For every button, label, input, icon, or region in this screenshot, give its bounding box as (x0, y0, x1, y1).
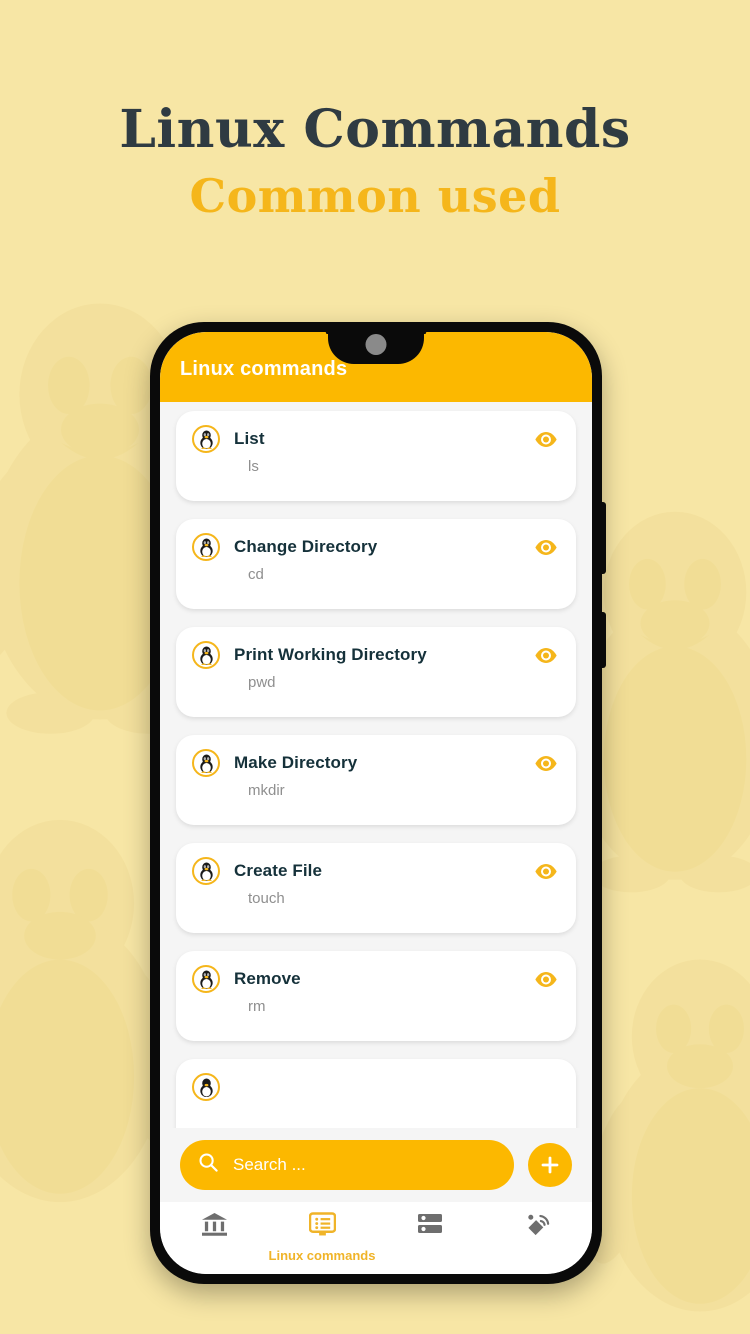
list-item[interactable]: Make Directory mkdir (176, 735, 576, 825)
command-syntax: cd (248, 566, 264, 583)
command-syntax: mkdir (248, 782, 285, 799)
app-bar: Linux commands (160, 332, 592, 402)
search-section: Search ... (160, 1128, 592, 1202)
search-input[interactable]: Search ... (180, 1140, 514, 1190)
tux-penguin-icon (192, 533, 220, 561)
eye-icon[interactable] (534, 863, 558, 885)
waterdrop-notch (328, 332, 424, 364)
list-item[interactable]: Create File touch (176, 843, 576, 933)
tux-penguin-icon (192, 965, 220, 993)
server-icon (417, 1212, 443, 1240)
plus-icon (541, 1156, 559, 1174)
phone-screen: Linux commands List ls Change Directory … (160, 332, 592, 1274)
satellite-icon (525, 1212, 552, 1242)
command-syntax: rm (248, 998, 266, 1015)
nav-label-linux-commands: Linux commands (268, 1248, 376, 1263)
command-name: Print Working Directory (234, 645, 427, 664)
tux-penguin-icon (192, 857, 220, 885)
monitor-list-icon (308, 1212, 336, 1242)
bottom-navigation: Linux commands (160, 1202, 592, 1274)
page-title: Linux Commands (119, 99, 631, 160)
eye-icon[interactable] (534, 971, 558, 993)
power-button[interactable] (599, 612, 606, 668)
nav-item-server[interactable] (376, 1212, 484, 1240)
list-item[interactable]: Remove rm (176, 951, 576, 1041)
command-syntax: ls (248, 458, 259, 475)
eye-icon[interactable] (534, 539, 558, 561)
tux-penguin-icon (192, 749, 220, 777)
bank-icon (201, 1212, 228, 1242)
command-name: Remove (234, 969, 301, 988)
search-placeholder: Search ... (233, 1155, 306, 1174)
command-name: Create File (234, 861, 323, 880)
app-bar-title: Linux commands (180, 358, 348, 380)
eye-icon[interactable] (534, 755, 558, 777)
eye-icon[interactable] (534, 647, 558, 669)
volume-button[interactable] (599, 502, 606, 574)
tux-penguin-icon (192, 425, 220, 453)
hero-heading: Linux Commands Common used (0, 99, 750, 223)
list-item[interactable]: Change Directory cd (176, 519, 576, 609)
command-syntax: pwd (248, 674, 276, 691)
command-name: List (234, 429, 265, 448)
list-item[interactable]: List ls (176, 411, 576, 501)
nav-item-linux-commands[interactable]: Linux commands (268, 1212, 376, 1263)
command-name: Make Directory (234, 753, 358, 772)
phone-mockup: Linux commands List ls Change Directory … (150, 322, 606, 1284)
nav-item-bank[interactable] (160, 1212, 268, 1242)
list-item[interactable]: Print Working Directory pwd (176, 627, 576, 717)
tux-penguin-icon (192, 641, 220, 669)
add-button[interactable] (528, 1143, 572, 1187)
nav-item-satellite[interactable] (484, 1212, 592, 1242)
background-penguin-watermark-bottom-right (590, 930, 750, 1330)
search-icon (198, 1152, 219, 1178)
command-syntax: touch (248, 890, 285, 907)
tux-penguin-icon (192, 1073, 220, 1101)
front-camera-icon (365, 334, 387, 355)
command-name: Change Directory (234, 537, 378, 556)
eye-icon[interactable] (534, 431, 558, 453)
page-subtitle: Common used (189, 168, 561, 223)
